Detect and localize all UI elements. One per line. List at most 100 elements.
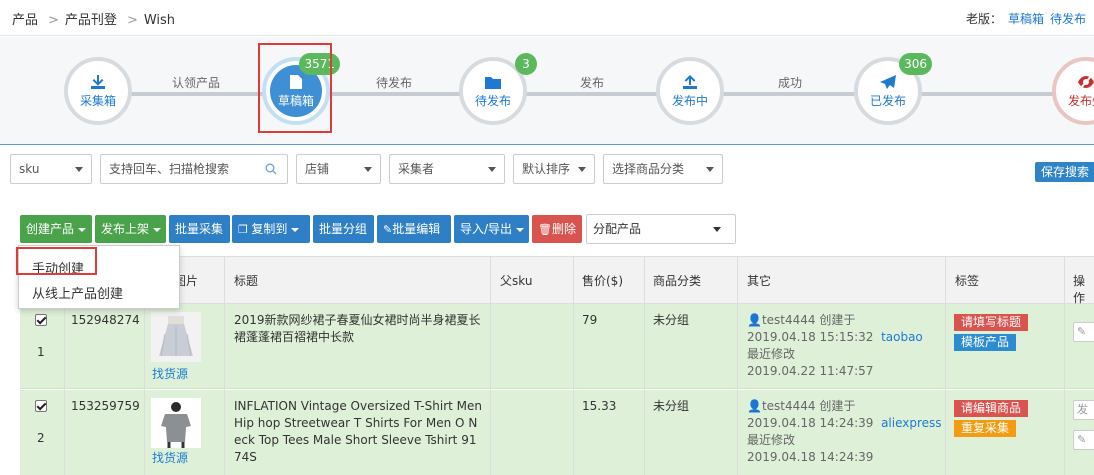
publish-label: 发布上架 bbox=[101, 222, 150, 236]
search-placeholder: 支持回车、扫描枪搜索 bbox=[109, 162, 230, 176]
caret-down-icon bbox=[291, 227, 300, 232]
row-creator-line: 👤test4444 创建于 bbox=[747, 312, 947, 329]
collector-select[interactable]: 采集者 bbox=[389, 154, 505, 184]
column-divider bbox=[945, 256, 946, 475]
row-modified-label: 最近修改 bbox=[747, 347, 796, 361]
import-export-button[interactable]: 导入/导出 bbox=[454, 215, 529, 243]
edit-icon: ✎ bbox=[383, 223, 393, 236]
edit-action-button[interactable]: ✎ bbox=[1073, 322, 1094, 342]
column-divider bbox=[1064, 256, 1065, 475]
folder-icon bbox=[485, 77, 501, 89]
edit-action-button[interactable]: ✎ bbox=[1073, 430, 1094, 450]
batch-collect-button[interactable]: 批量采集 bbox=[169, 215, 230, 243]
row-created-line: 2019.04.18 14:24:39 aliexpress bbox=[747, 415, 947, 432]
menu-item-create-from-online[interactable]: 从线上产品创建 bbox=[32, 283, 123, 302]
search-input[interactable]: 支持回车、扫描枪搜索 bbox=[100, 154, 288, 184]
search-icon[interactable] bbox=[265, 163, 277, 175]
row-checkbox[interactable] bbox=[35, 400, 47, 412]
node-publish-failed[interactable]: 发布失 bbox=[1052, 57, 1094, 125]
breadcrumb-item-product[interactable]: 产品 bbox=[12, 13, 38, 28]
tag-edit-product: 请编辑商品 bbox=[954, 400, 1029, 417]
highlight-box bbox=[16, 247, 97, 275]
row-creator: test4444 创建于 bbox=[761, 313, 856, 327]
node-label: 发布失 bbox=[1067, 94, 1094, 108]
row-source-link[interactable]: taobao bbox=[881, 330, 923, 344]
header-other: 其它 bbox=[747, 274, 772, 288]
category-select[interactable]: 选择商品分类 bbox=[603, 154, 723, 184]
chevron-down-icon bbox=[488, 167, 496, 172]
caret-down-icon bbox=[78, 227, 87, 232]
node-published[interactable]: 已发布 306 bbox=[854, 53, 932, 125]
breadcrumb-item-listing[interactable]: 产品刊登 bbox=[65, 13, 117, 28]
row-created: 2019.04.18 14:24:39 bbox=[747, 416, 874, 430]
workflow-connector bbox=[100, 92, 1090, 96]
node-collect-box[interactable]: 采集箱 bbox=[64, 57, 132, 125]
header-actions: 操作 bbox=[1073, 274, 1086, 305]
node-pending-publish[interactable]: 待发布 3 bbox=[459, 53, 537, 125]
save-search-button[interactable]: 保存搜索 bbox=[1035, 162, 1094, 182]
row-other: 👤test4444 创建于 2019.04.18 15:15:32 taobao… bbox=[747, 312, 947, 380]
skirt-thumbnail bbox=[151, 312, 201, 362]
row-checkbox[interactable] bbox=[35, 314, 47, 326]
header-title: 标题 bbox=[234, 274, 259, 288]
column-divider bbox=[644, 256, 645, 475]
node-publishing[interactable]: 发布中 bbox=[656, 57, 724, 125]
find-source-link[interactable]: 找货源 bbox=[152, 366, 188, 383]
sku-select[interactable]: sku bbox=[10, 154, 92, 184]
row-title[interactable]: INFLATION Vintage Oversized T-Shirt Men … bbox=[234, 398, 484, 466]
table-row: 2 153259759 找货源 INFLATION Vintage Oversi… bbox=[20, 390, 1094, 475]
assign-product-select[interactable]: 分配产品 bbox=[586, 214, 736, 244]
table-row: 1 152948274 找货源 2019新款网纱裙子春夏仙女裙时尚半身裙夏长裙蓬… bbox=[20, 304, 1094, 389]
old-pending-link[interactable]: 待发布 bbox=[1050, 12, 1086, 26]
chevron-down-icon bbox=[578, 167, 586, 172]
category-select-value: 选择商品分类 bbox=[612, 162, 685, 176]
product-image-tshirt[interactable] bbox=[151, 398, 201, 448]
old-version-links: 老版： 草稿箱 待发布 bbox=[966, 10, 1086, 27]
shop-select[interactable]: 店铺 bbox=[296, 154, 381, 184]
published-count-badge: 306 bbox=[899, 53, 932, 75]
tshirt-thumbnail bbox=[151, 398, 201, 448]
delete-button[interactable]: 🗑删除 bbox=[532, 215, 582, 243]
edit-icon: ✎ bbox=[1077, 433, 1087, 446]
step-label-publish: 发布 bbox=[580, 76, 605, 90]
row-title[interactable]: 2019新款网纱裙子春夏仙女裙时尚半身裙夏长裙蓬蓬裙百褶裙中长款 bbox=[234, 312, 484, 346]
highlight-box bbox=[258, 43, 332, 133]
create-product-button[interactable]: 创建产品 bbox=[20, 215, 92, 243]
row-modified: 2019.04.22 11:47:57 bbox=[747, 364, 874, 378]
breadcrumb-separator: > bbox=[126, 13, 138, 28]
row-creator: test4444 创建于 bbox=[761, 399, 856, 413]
batch-edit-label: 批量编辑 bbox=[392, 222, 441, 236]
copy-to-label: 复制到 bbox=[251, 222, 288, 236]
delete-label: 删除 bbox=[551, 222, 576, 236]
breadcrumb-item-wish: Wish bbox=[143, 13, 176, 28]
publish-action-button[interactable]: 发 bbox=[1073, 400, 1094, 420]
row-index: 2 bbox=[37, 431, 45, 445]
batch-edit-button[interactable]: ✎批量编辑 bbox=[377, 215, 451, 243]
sort-select[interactable]: 默认排序 bbox=[513, 154, 595, 184]
top-bar: 产品 > 产品刊登 > Wish 老版： 草稿箱 待发布 bbox=[0, 0, 1094, 36]
breadcrumb: 产品 > 产品刊登 > Wish bbox=[12, 9, 179, 28]
row-id: 153259759 bbox=[71, 399, 140, 413]
find-source-link[interactable]: 找货源 bbox=[152, 450, 188, 467]
shop-select-value: 店铺 bbox=[305, 162, 330, 176]
batch-group-button[interactable]: 批量分组 bbox=[313, 215, 374, 243]
step-label-success: 成功 bbox=[778, 76, 803, 90]
download-icon bbox=[91, 75, 105, 89]
column-divider bbox=[737, 256, 738, 475]
publish-button[interactable]: 发布上架 bbox=[95, 215, 166, 243]
old-draft-link[interactable]: 草稿箱 bbox=[1008, 12, 1044, 26]
row-created-line: 2019.04.18 15:15:32 taobao bbox=[747, 329, 947, 346]
breadcrumb-separator: > bbox=[48, 13, 59, 28]
user-icon: 👤 bbox=[747, 313, 762, 327]
user-icon: 👤 bbox=[747, 399, 762, 413]
row-source-link[interactable]: aliexpress bbox=[881, 416, 941, 430]
row-price: 79 bbox=[582, 313, 598, 327]
row-id: 152948274 bbox=[71, 313, 140, 327]
chevron-down-icon bbox=[75, 167, 83, 172]
paper-plane-icon bbox=[880, 75, 896, 89]
copy-to-button[interactable]: ❐ 复制到 bbox=[232, 215, 310, 243]
step-label-pending: 待发布 bbox=[376, 76, 413, 90]
product-image-skirt[interactable] bbox=[151, 312, 201, 362]
column-divider bbox=[490, 256, 491, 475]
chevron-down-icon bbox=[364, 167, 372, 172]
